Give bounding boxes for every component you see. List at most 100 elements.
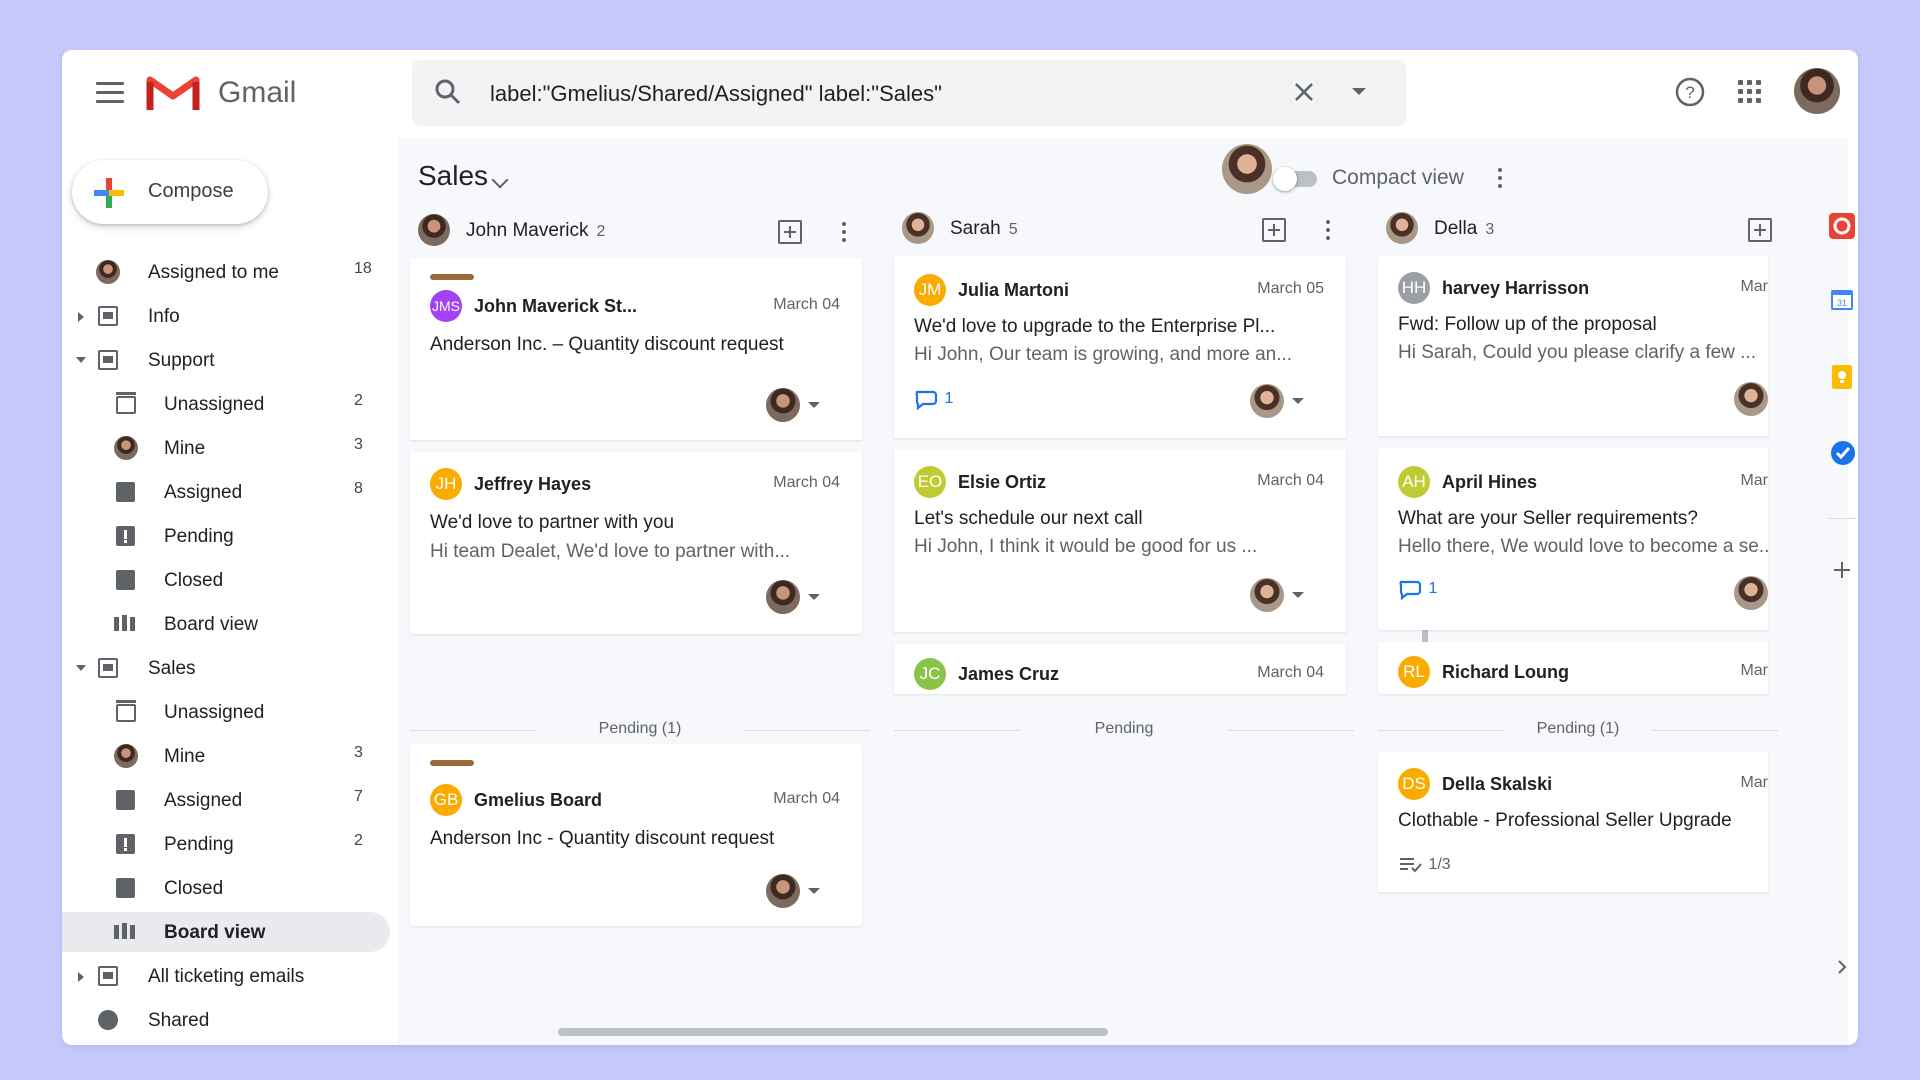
nav-all-ticketing-emails[interactable]: All ticketing emails bbox=[62, 956, 390, 996]
closed-check-icon bbox=[116, 570, 135, 590]
nav-sales[interactable]: Sales bbox=[62, 648, 390, 688]
nav-sales-assigned[interactable]: Assigned 7 bbox=[62, 780, 390, 820]
apps-grid-icon[interactable] bbox=[1738, 80, 1762, 104]
column-count: 2 bbox=[596, 223, 606, 240]
nav-sales-mine[interactable]: Mine 3 bbox=[62, 736, 390, 776]
shared-globe-icon bbox=[98, 1010, 118, 1030]
card-date: March 04 bbox=[773, 474, 840, 491]
ticket-card[interactable]: JM Julia Martoni March 05 We'd love to u… bbox=[894, 256, 1346, 438]
ticket-card[interactable]: JH Jeffrey Hayes March 04 We'd love to p… bbox=[410, 452, 862, 634]
assignee-avatar[interactable] bbox=[766, 388, 800, 422]
card-subject: Clothable - Professional Seller Upgrade bbox=[1398, 810, 1732, 831]
more-options-icon[interactable] bbox=[842, 222, 846, 246]
nav-label: Closed bbox=[164, 878, 224, 899]
assignee-avatar[interactable] bbox=[1250, 578, 1284, 612]
nav-count: 2 bbox=[354, 832, 363, 849]
nav-label: Assigned bbox=[164, 790, 243, 811]
nav-support-board-view[interactable]: Board view bbox=[62, 604, 390, 644]
column-name: Della bbox=[1434, 218, 1478, 239]
collapse-arrow-icon[interactable] bbox=[76, 665, 86, 671]
expand-arrow-icon[interactable] bbox=[78, 972, 84, 982]
board-horizontal-scrollbar[interactable] bbox=[558, 1028, 1108, 1036]
account-avatar[interactable] bbox=[1794, 68, 1840, 114]
tasks-icon[interactable] bbox=[1830, 440, 1856, 466]
compose-button[interactable]: Compose bbox=[72, 160, 268, 224]
compact-view-toggle[interactable] bbox=[1273, 167, 1317, 191]
sender-avatar: RL bbox=[1398, 656, 1430, 688]
assignee-avatar[interactable] bbox=[1250, 384, 1284, 418]
ticket-card[interactable]: EO Elsie Ortiz March 04 Let's schedule o… bbox=[894, 450, 1346, 632]
nav-info[interactable]: Info bbox=[62, 296, 390, 336]
column-header-della: Della 3 bbox=[1386, 208, 1826, 248]
assignee-dropdown-icon[interactable] bbox=[808, 888, 820, 894]
ticket-card[interactable]: AH April Hines Mar What are your Seller … bbox=[1378, 448, 1768, 630]
add-card-icon[interactable] bbox=[1262, 218, 1286, 242]
close-icon[interactable] bbox=[1290, 78, 1318, 106]
column-count: 3 bbox=[1485, 221, 1495, 238]
chevron-down-icon[interactable] bbox=[491, 171, 509, 189]
card-snippet: Hello there, We would love to become a s… bbox=[1398, 536, 1768, 557]
column-count: 5 bbox=[1008, 221, 1018, 238]
nav-assigned-to-me[interactable]: Assigned to me 18 bbox=[62, 252, 390, 292]
search-bar[interactable]: label:"Gmelius/Shared/Assigned" label:"S… bbox=[412, 60, 1406, 126]
nav-support-assigned[interactable]: Assigned 8 bbox=[62, 472, 390, 512]
assignee-avatar[interactable] bbox=[766, 874, 800, 908]
nav-support-unassigned[interactable]: Unassigned 2 bbox=[62, 384, 390, 424]
expand-arrow-icon[interactable] bbox=[78, 312, 84, 322]
gmelius-icon[interactable] bbox=[1828, 212, 1856, 240]
assignee-avatar[interactable] bbox=[1734, 576, 1768, 610]
tasks-indicator[interactable]: 1/3 bbox=[1398, 856, 1451, 874]
search-icon[interactable] bbox=[434, 78, 462, 106]
ticket-card[interactable]: JC James Cruz March 04 bbox=[894, 644, 1346, 694]
comments-indicator[interactable]: 1 bbox=[914, 388, 953, 411]
assignee-dropdown-icon[interactable] bbox=[808, 594, 820, 600]
collapse-arrow-icon[interactable] bbox=[76, 357, 86, 363]
assignee-dropdown-icon[interactable] bbox=[1292, 398, 1304, 404]
more-options-icon[interactable] bbox=[1498, 168, 1502, 192]
add-card-icon[interactable] bbox=[778, 220, 802, 244]
main-menu-icon[interactable] bbox=[96, 82, 124, 106]
ticket-card[interactable]: HH harvey Harrisson Mar Fwd: Follow up o… bbox=[1378, 256, 1768, 436]
assigned-icon bbox=[116, 790, 135, 810]
assignee-avatar[interactable] bbox=[1734, 382, 1768, 416]
card-snippet: Hi John, Our team is growing, and more a… bbox=[914, 344, 1293, 365]
assignee-avatar[interactable] bbox=[766, 580, 800, 614]
search-input[interactable]: label:"Gmelius/Shared/Assigned" label:"S… bbox=[490, 81, 942, 107]
app-name: Gmail bbox=[218, 76, 297, 109]
nav-count: 3 bbox=[354, 436, 363, 453]
nav-sales-board-view[interactable]: Board view bbox=[62, 912, 390, 952]
add-addon-icon[interactable] bbox=[1832, 560, 1852, 580]
chevron-right-icon[interactable] bbox=[1834, 958, 1850, 976]
comment-icon bbox=[1399, 580, 1422, 601]
avatar bbox=[114, 436, 138, 460]
sender-name: Gmelius Board bbox=[474, 790, 603, 810]
task-progress: 1/3 bbox=[1428, 856, 1451, 874]
sender-name: John Maverick St... bbox=[474, 296, 638, 316]
ticket-card[interactable]: DS Della Skalski Mar Clothable - Profess… bbox=[1378, 752, 1768, 892]
keep-icon[interactable] bbox=[1830, 364, 1854, 390]
assignee-dropdown-icon[interactable] bbox=[808, 402, 820, 408]
ticket-card[interactable]: GB Gmelius Board March 04 Anderson Inc -… bbox=[410, 744, 862, 926]
more-options-icon[interactable] bbox=[1326, 220, 1330, 244]
assignee-dropdown-icon[interactable] bbox=[1292, 592, 1304, 598]
nav-support-closed[interactable]: Closed bbox=[62, 560, 390, 600]
ticket-card[interactable]: JMS John Maverick St... March 04 Anderso… bbox=[410, 258, 862, 440]
sender-name: harvey Harrisson bbox=[1442, 278, 1590, 298]
gmail-logo-icon bbox=[146, 76, 200, 110]
nav-label: Mine bbox=[164, 746, 206, 767]
search-options-icon[interactable] bbox=[1352, 88, 1366, 95]
nav-sales-pending[interactable]: Pending 2 bbox=[62, 824, 390, 864]
nav-sales-unassigned[interactable]: Unassigned bbox=[62, 692, 390, 732]
nav-sales-closed[interactable]: Closed bbox=[62, 868, 390, 908]
nav-shared[interactable]: Shared bbox=[62, 1000, 390, 1040]
help-icon[interactable]: ? bbox=[1674, 76, 1706, 108]
user-avatar[interactable] bbox=[1222, 144, 1272, 194]
sender-avatar: AH bbox=[1398, 466, 1430, 498]
nav-support-pending[interactable]: Pending bbox=[62, 516, 390, 556]
ticket-card[interactable]: RL Richard Loung Mar bbox=[1378, 642, 1768, 694]
calendar-icon[interactable]: 31 bbox=[1830, 288, 1854, 312]
nav-support-mine[interactable]: Mine 3 bbox=[62, 428, 390, 468]
comments-indicator[interactable]: 1 bbox=[1398, 578, 1437, 601]
add-card-icon[interactable] bbox=[1748, 218, 1772, 242]
nav-support[interactable]: Support bbox=[62, 340, 390, 380]
